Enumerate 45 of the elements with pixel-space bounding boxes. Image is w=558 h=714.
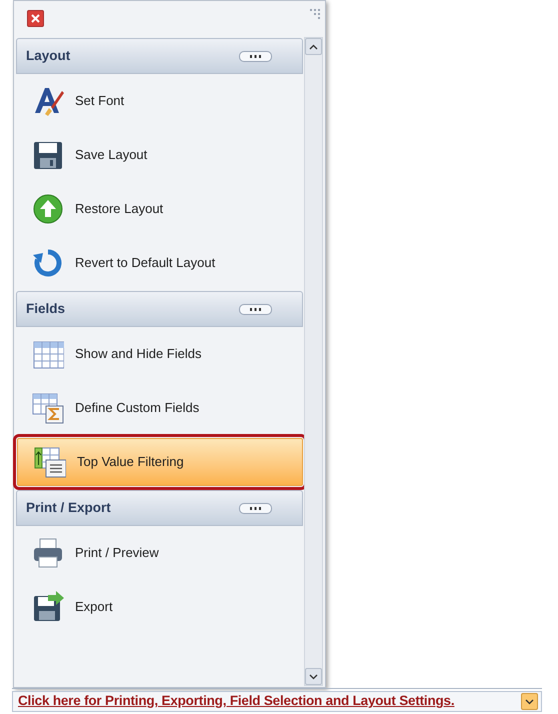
group-header[interactable]: Layout: [16, 38, 303, 74]
group-title: Fields: [26, 300, 66, 318]
collapse-button[interactable]: [239, 50, 272, 62]
dots-icon: [250, 308, 261, 310]
scroll-down-button[interactable]: [305, 668, 322, 685]
panel-item[interactable]: Export: [16, 583, 303, 631]
collapse-button[interactable]: [239, 502, 272, 514]
printer-icon: [32, 537, 64, 569]
panel-item[interactable]: Show and Hide Fields: [16, 330, 303, 378]
group-title: Print / Export: [26, 498, 111, 517]
dots-icon: [250, 54, 261, 58]
group-title: Layout: [26, 46, 70, 65]
item-label: Restore Layout: [75, 200, 164, 218]
panel-item[interactable]: Save Layout: [16, 131, 303, 179]
item-label: Revert to Default Layout: [75, 254, 216, 272]
item-label: Print / Preview: [75, 544, 159, 562]
panel-item[interactable]: Set Font: [16, 77, 303, 125]
panel-item[interactable]: Restore Layout: [16, 185, 303, 233]
item-label: Save Layout: [75, 146, 148, 164]
dropdown-button[interactable]: [521, 693, 538, 710]
floppy-arrow-icon: [32, 591, 64, 623]
up-arrow-circle-icon: [32, 193, 64, 225]
grip-icon[interactable]: [309, 8, 321, 20]
font-icon: [32, 85, 64, 117]
chevron-down-icon: [525, 698, 534, 704]
group-header[interactable]: Fields: [16, 291, 303, 327]
close-icon: [31, 14, 40, 23]
panel-item[interactable]: Define Custom Fields: [16, 384, 303, 432]
scroll-up-button[interactable]: [305, 38, 322, 55]
scrollbar[interactable]: [304, 37, 323, 686]
item-label: Top Value Filtering: [77, 453, 184, 472]
dots-icon: [250, 506, 261, 510]
close-button[interactable]: [27, 10, 44, 27]
collapse-button[interactable]: [239, 304, 272, 314]
chevron-up-icon: [309, 44, 318, 50]
item-label: Show and Hide Fields: [75, 345, 202, 364]
chevron-down-icon: [309, 674, 318, 680]
panel-item[interactable]: Revert to Default Layout: [16, 239, 303, 287]
table-sigma-icon: [32, 392, 64, 424]
item-label: Export: [75, 598, 113, 616]
item-label: Set Font: [75, 92, 124, 110]
circular-arrow-icon: [32, 247, 64, 279]
group-header[interactable]: Print / Export: [16, 490, 303, 526]
panel-item[interactable]: Print / Preview: [16, 529, 303, 577]
item-label: Define Custom Fields: [75, 399, 200, 418]
